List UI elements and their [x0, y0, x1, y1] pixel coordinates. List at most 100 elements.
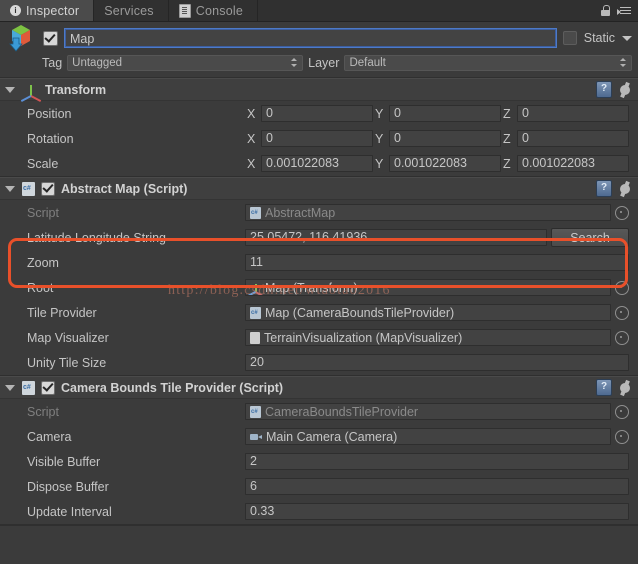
tag-dropdown[interactable]: Untagged	[67, 54, 304, 71]
map-visualizer-object-field[interactable]: TerrainVisualization (MapVisualizer)	[245, 329, 611, 346]
row-map-visualizer-label: Map Visualizer	[27, 330, 109, 345]
row-unity-tile-size-label: Unity Tile Size	[27, 355, 107, 370]
prefab-cube-icon	[6, 24, 36, 52]
row-scale-value: X 0.001022083 Y 0.001022083 Z 0.00102208…	[245, 155, 629, 172]
scale-x-input[interactable]: 0.001022083	[261, 155, 373, 172]
scale-z-input[interactable]: 0.001022083	[517, 155, 629, 172]
tab-inspector[interactable]: i Inspector	[0, 0, 95, 21]
tag-label: Tag	[42, 55, 63, 70]
abstract-map-foldout-arrow-icon[interactable]	[5, 185, 15, 192]
row-scale: Scale X 0.001022083 Y 0.001022083 Z 0.00…	[0, 151, 638, 176]
row-update-interval: Update Interval 0.33	[0, 499, 638, 524]
rotation-x-input[interactable]: 0	[261, 130, 373, 147]
row-camera: Camera Main Camera (Camera)	[0, 424, 638, 449]
csharp-script-icon	[22, 380, 35, 395]
help-icon[interactable]	[596, 81, 612, 98]
camera-object-field[interactable]: Main Camera (Camera)	[245, 428, 611, 445]
position-x-input[interactable]: 0	[261, 105, 373, 122]
csharp-script-icon	[250, 405, 261, 418]
row-position: Position X 0 Y 0 Z 0	[0, 101, 638, 126]
layer-dropdown-updown-icon	[620, 57, 627, 68]
transform-foldout-arrow-icon[interactable]	[5, 86, 15, 93]
root-object-field[interactable]: Map (Transform)	[245, 279, 611, 296]
row-scale-label: Scale	[27, 156, 59, 171]
row-root: Root Map (Transform)	[0, 275, 638, 300]
search-button[interactable]: Search	[551, 228, 629, 247]
inspector-window: i Inspector Services Console Map Static …	[0, 0, 638, 564]
scriptable-object-icon	[250, 331, 260, 344]
rotation-x-label: X	[247, 131, 256, 146]
help-icon[interactable]	[596, 379, 612, 396]
tile-provider-object-field[interactable]: Map (CameraBoundsTileProvider)	[245, 304, 611, 321]
gameobject-header: Map Static Tag Untagged Layer Default	[0, 22, 638, 78]
help-icon[interactable]	[596, 180, 612, 197]
layer-label: Layer	[308, 55, 340, 70]
component-transform-header[interactable]: Transform	[0, 78, 638, 102]
gear-icon[interactable]	[618, 182, 632, 196]
row-tile-provider-label: Tile Provider	[27, 305, 97, 320]
scale-y-label: Y	[375, 156, 384, 171]
tab-console[interactable]: Console	[168, 0, 259, 21]
root-object-value: Map (Transform)	[265, 280, 358, 295]
row-update-interval-value: 0.33	[245, 503, 629, 520]
static-dropdown-chevron-down-icon[interactable]	[622, 35, 632, 41]
camera-bounds-foldout-arrow-icon[interactable]	[5, 384, 15, 391]
row-position-label: Position	[27, 106, 72, 121]
position-y-input[interactable]: 0	[389, 105, 501, 122]
row-zoom: Zoom 11	[0, 250, 638, 275]
rotation-y-label: Y	[375, 131, 384, 146]
scale-y-input[interactable]: 0.001022083	[389, 155, 501, 172]
row-root-label: Root	[27, 280, 54, 295]
hamburger-menu-icon[interactable]	[617, 6, 631, 16]
latlng-input[interactable]: 25.05472, 116.41936	[245, 229, 547, 246]
component-camera-bounds-header[interactable]: Camera Bounds Tile Provider (Script)	[0, 376, 638, 399]
row-cb-script-value: CameraBoundsTileProvider	[245, 403, 629, 420]
tag-value: Untagged	[72, 56, 123, 69]
root-object-picker-icon[interactable]	[615, 280, 629, 295]
tile-provider-object-picker-icon[interactable]	[615, 305, 629, 320]
rotation-vector3: X 0 Y 0 Z 0	[245, 130, 629, 147]
gameobject-name-row: Map Static	[6, 24, 632, 52]
gear-icon[interactable]	[618, 381, 632, 395]
gameobject-name-input[interactable]: Map	[64, 28, 557, 48]
position-z-input[interactable]: 0	[517, 105, 629, 122]
bottom-strip	[0, 525, 638, 536]
tab-services[interactable]: Services	[94, 0, 169, 21]
tab-bar-actions	[601, 0, 638, 21]
lock-icon[interactable]	[601, 5, 610, 16]
map-visualizer-object-picker-icon[interactable]	[615, 330, 629, 345]
tab-console-label: Console	[195, 3, 244, 18]
abstract-map-enabled-checkbox[interactable]	[41, 181, 55, 196]
zoom-input[interactable]: 11	[245, 254, 629, 271]
component-transform: Transform Position X 0 Y 0 Z 0 Rotation	[0, 78, 638, 177]
row-dispose-buffer-label: Dispose Buffer	[27, 479, 109, 494]
row-visible-buffer: Visible Buffer 2	[0, 449, 638, 474]
unity-tile-size-input[interactable]: 20	[245, 354, 629, 371]
row-zoom-value: 11	[245, 254, 629, 271]
camera-object-picker-icon[interactable]	[615, 429, 629, 444]
rotation-z-label: Z	[503, 131, 511, 146]
gameobject-tag-layer-row: Tag Untagged Layer Default	[6, 54, 632, 71]
row-visible-buffer-label: Visible Buffer	[27, 454, 101, 469]
cb-script-object-picker-icon[interactable]	[615, 404, 629, 419]
transform-axis-icon	[248, 282, 264, 295]
layer-dropdown[interactable]: Default	[344, 54, 632, 71]
row-unity-tile-size-value: 20	[245, 354, 629, 371]
component-abstract-map-header[interactable]: Abstract Map (Script)	[0, 177, 638, 200]
gameobject-enabled-checkbox[interactable]	[43, 30, 58, 46]
script-object-field: AbstractMap	[245, 204, 611, 221]
visible-buffer-input[interactable]: 2	[245, 453, 629, 470]
script-object-picker-icon[interactable]	[615, 205, 629, 220]
rotation-z-input[interactable]: 0	[517, 130, 629, 147]
component-camera-bounds-tile-provider: Camera Bounds Tile Provider (Script) Scr…	[0, 376, 638, 525]
update-interval-input[interactable]: 0.33	[245, 503, 629, 520]
gear-icon[interactable]	[618, 83, 632, 97]
rotation-y-input[interactable]: 0	[389, 130, 501, 147]
dispose-buffer-input[interactable]: 6	[245, 478, 629, 495]
static-checkbox[interactable]	[562, 31, 577, 45]
row-script-label: Script	[27, 205, 59, 220]
row-dispose-buffer-value: 6	[245, 478, 629, 495]
camera-bounds-enabled-checkbox[interactable]	[41, 380, 55, 395]
row-dispose-buffer: Dispose Buffer 6	[0, 474, 638, 499]
row-root-value: Map (Transform)	[245, 279, 629, 296]
